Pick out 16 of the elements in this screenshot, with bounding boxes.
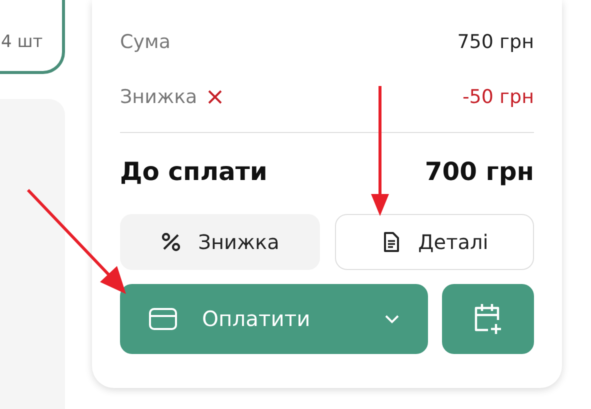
total-label: До сплати: [120, 157, 268, 186]
details-button[interactable]: Деталі: [334, 214, 534, 270]
discount-button[interactable]: Знижка: [120, 214, 320, 270]
calendar-add-button[interactable]: [442, 284, 534, 354]
total-value: 700 грн: [424, 157, 534, 186]
percent-icon: [160, 231, 182, 253]
close-icon[interactable]: [207, 89, 224, 105]
quantity-text: 4 шт: [1, 32, 43, 52]
row-label: Знижка: [120, 86, 198, 108]
item-card[interactable]: 4 шт: [0, 0, 65, 74]
row-label: Сума: [120, 31, 170, 53]
card-icon: [148, 307, 178, 331]
row-value: 750 грн: [457, 31, 534, 53]
caret-icon: [384, 314, 400, 324]
calendar-plus-icon: [472, 302, 504, 336]
row-value: -50 грн: [462, 86, 534, 108]
